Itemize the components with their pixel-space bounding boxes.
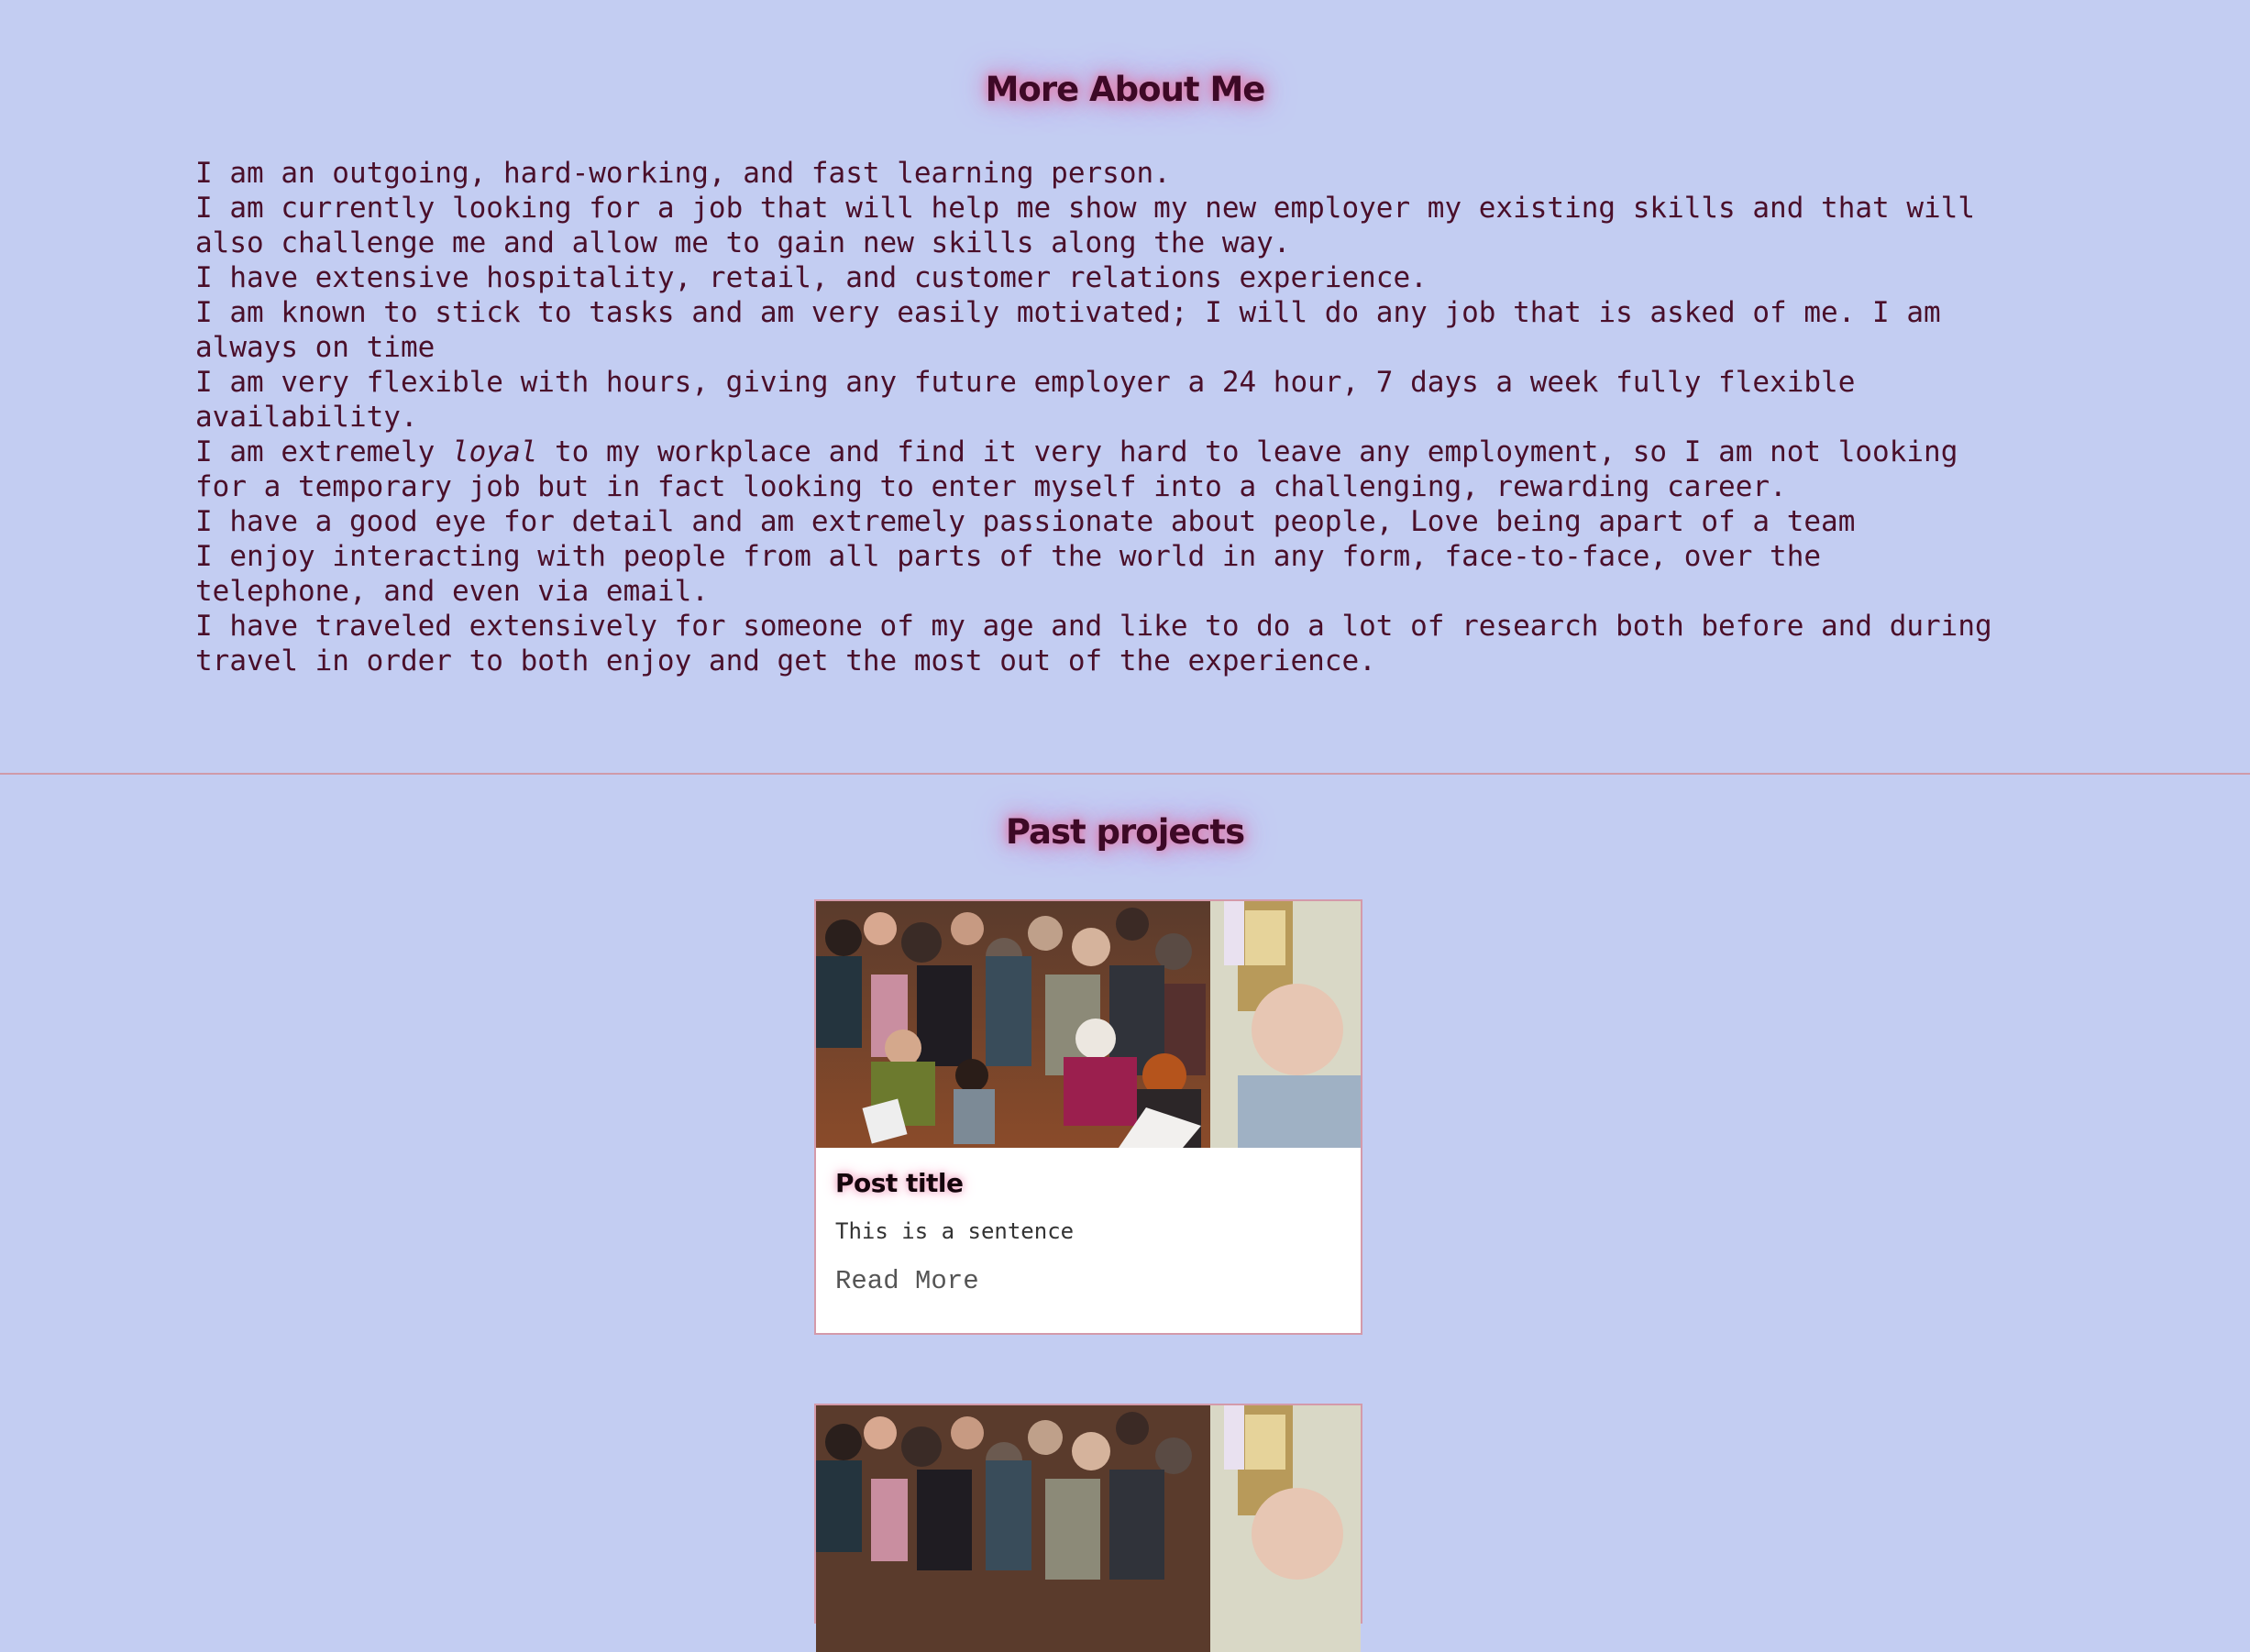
section-divider — [0, 773, 2250, 775]
about-line: I have traveled extensively for someone … — [195, 610, 1992, 677]
read-more-link[interactable]: Read More — [835, 1266, 979, 1296]
projects-heading: Past projects — [1005, 812, 1245, 852]
post-text: This is a sentence — [835, 1218, 1075, 1244]
about-list: I am an outgoing, hard-working, and fast… — [195, 156, 1992, 678]
loyal-before: I am extremely — [195, 435, 452, 468]
project-photo — [816, 901, 1361, 1148]
project-card — [814, 1404, 1362, 1652]
about-heading: More About Me — [985, 70, 1266, 109]
project-photo — [816, 1405, 1361, 1652]
about-line: I enjoy interacting with people from all… — [195, 540, 1822, 608]
about-line: I have a good eye for detail and am extr… — [195, 505, 1856, 538]
about-line-loyal: I am extremely loyal to my workplace and… — [195, 435, 1992, 504]
about-line: I am known to stick to tasks and am very… — [195, 296, 1941, 364]
about-line: I have extensive hospitality, retail, an… — [195, 261, 1428, 294]
about-line: I am currently looking for a job that wi… — [195, 192, 1976, 259]
loyal-emphasis: loyal — [451, 435, 538, 468]
about-line: I am an outgoing, hard-working, and fast… — [195, 157, 1171, 190]
post-title: Post title — [835, 1168, 964, 1198]
project-card: Post title This is a sentence Read More — [814, 899, 1362, 1335]
about-line: I am very flexible with hours, giving an… — [195, 366, 1856, 434]
